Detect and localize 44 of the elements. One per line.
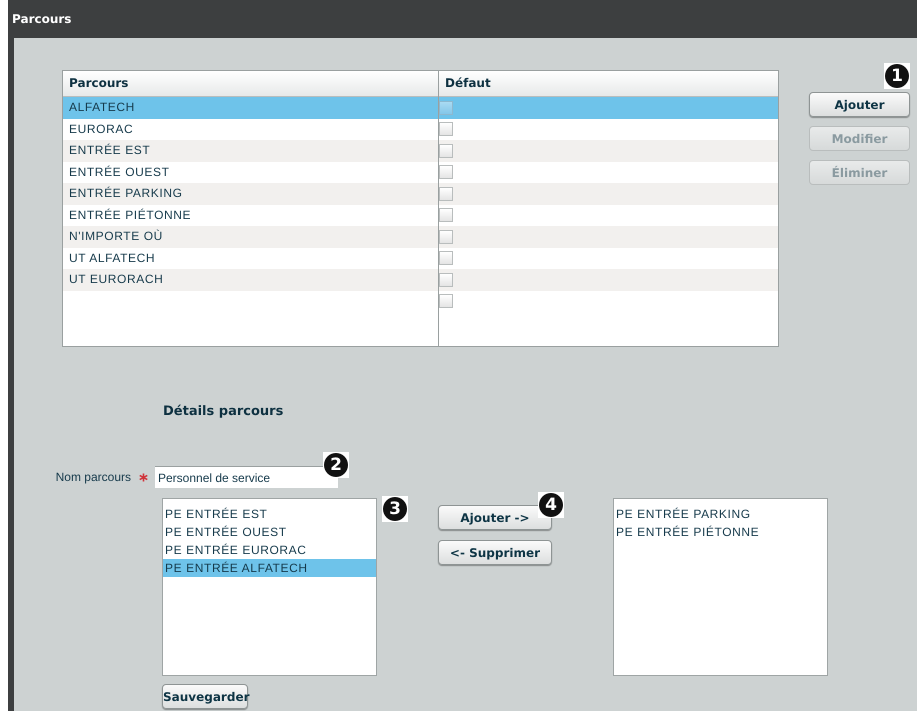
column-header[interactable]: Défaut [438,71,778,96]
column-header[interactable]: Parcours [63,71,438,96]
default-checkbox[interactable] [439,100,453,115]
default-checkbox[interactable] [439,144,453,158]
table-cell: ENTRÉE PIÉTONNE [69,208,192,222]
table-cell: ENTRÉE PARKING [69,186,183,200]
table-row[interactable]: ALFATECH [63,97,778,118]
window-title: Parcours [12,12,72,26]
table-action-button[interactable]: Ajouter [809,92,910,117]
list-item[interactable]: PE ENTRÉE EST [163,505,376,523]
default-checkbox[interactable] [439,208,453,222]
callout-badge: 4 [538,492,564,518]
table-row[interactable]: ENTRÉE EST [63,140,778,162]
default-checkbox[interactable] [439,165,453,180]
move-button[interactable]: <- Supprimer [438,540,552,565]
section-title: Détails parcours [163,404,284,419]
callout-badge: 1 [884,63,910,89]
table-row[interactable]: N'IMPORTE OÙ [63,226,778,248]
default-checkbox[interactable] [439,230,453,244]
table-row[interactable]: UT EURORACH [63,269,778,290]
callout-badge: 2 [323,452,349,478]
default-checkbox[interactable] [439,294,453,308]
list-item[interactable]: PE ENTRÉE PARKING [614,505,827,523]
list-item[interactable]: PE ENTRÉE OUEST [163,523,376,541]
table-cell: ENTRÉE EST [69,143,150,157]
list-item[interactable]: PE ENTRÉE EURORAC [163,541,376,559]
default-checkbox[interactable] [439,122,453,136]
table-cell: ALFATECH [69,100,135,114]
list-item[interactable]: PE ENTRÉE PIÉTONNE [614,523,827,541]
table-cell: EURORAC [69,122,134,136]
field-label: Nom parcours [56,470,131,484]
table-cell: UT ALFATECH [69,250,156,264]
callout-badge: 3 [382,496,408,522]
save-button[interactable]: Sauvegarder [162,684,248,709]
default-checkbox[interactable] [439,186,453,201]
default-checkbox[interactable] [439,272,453,287]
default-checkbox[interactable] [439,251,453,266]
table-cell: N'IMPORTE OÙ [69,229,163,243]
table-cell: UT EURORACH [69,272,164,286]
list-item[interactable]: PE ENTRÉE ALFATECH [163,559,376,577]
list-box[interactable]: PE ENTRÉE EST PE ENTRÉE OUEST PE ENTRÉE EURORAC PE ENTRÉE ALFATECH [162,498,377,676]
table-row[interactable]: ENTRÉE PARKING [63,183,778,204]
table-cell: ENTRÉE OUEST [69,164,170,178]
list-box[interactable]: PE ENTRÉE PARKING PE ENTRÉE PIÉTONNE [613,498,828,676]
